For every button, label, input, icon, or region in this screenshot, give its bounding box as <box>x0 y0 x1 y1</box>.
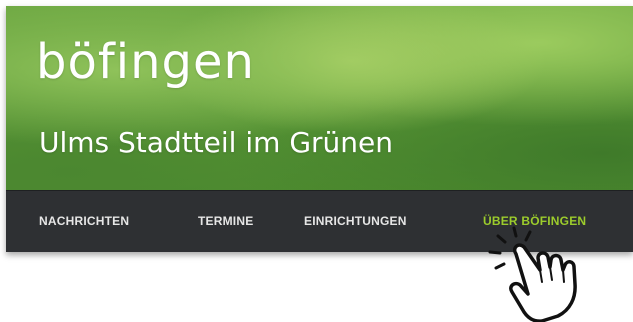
website-header: böfingen Ulms Stadtteil im Grünen NACHRI… <box>6 6 633 252</box>
nav-item-einrichtungen[interactable]: EINRICHTUNGEN <box>304 214 407 228</box>
nav-item-nachrichten[interactable]: NACHRICHTEN <box>39 214 129 228</box>
header-banner: böfingen Ulms Stadtteil im Grünen <box>6 6 633 190</box>
site-title[interactable]: böfingen <box>36 34 255 90</box>
site-subtitle: Ulms Stadtteil im Grünen <box>39 126 393 159</box>
hand-pointer-click-icon <box>488 226 577 322</box>
nav-item-termine[interactable]: TERMINE <box>198 214 253 228</box>
